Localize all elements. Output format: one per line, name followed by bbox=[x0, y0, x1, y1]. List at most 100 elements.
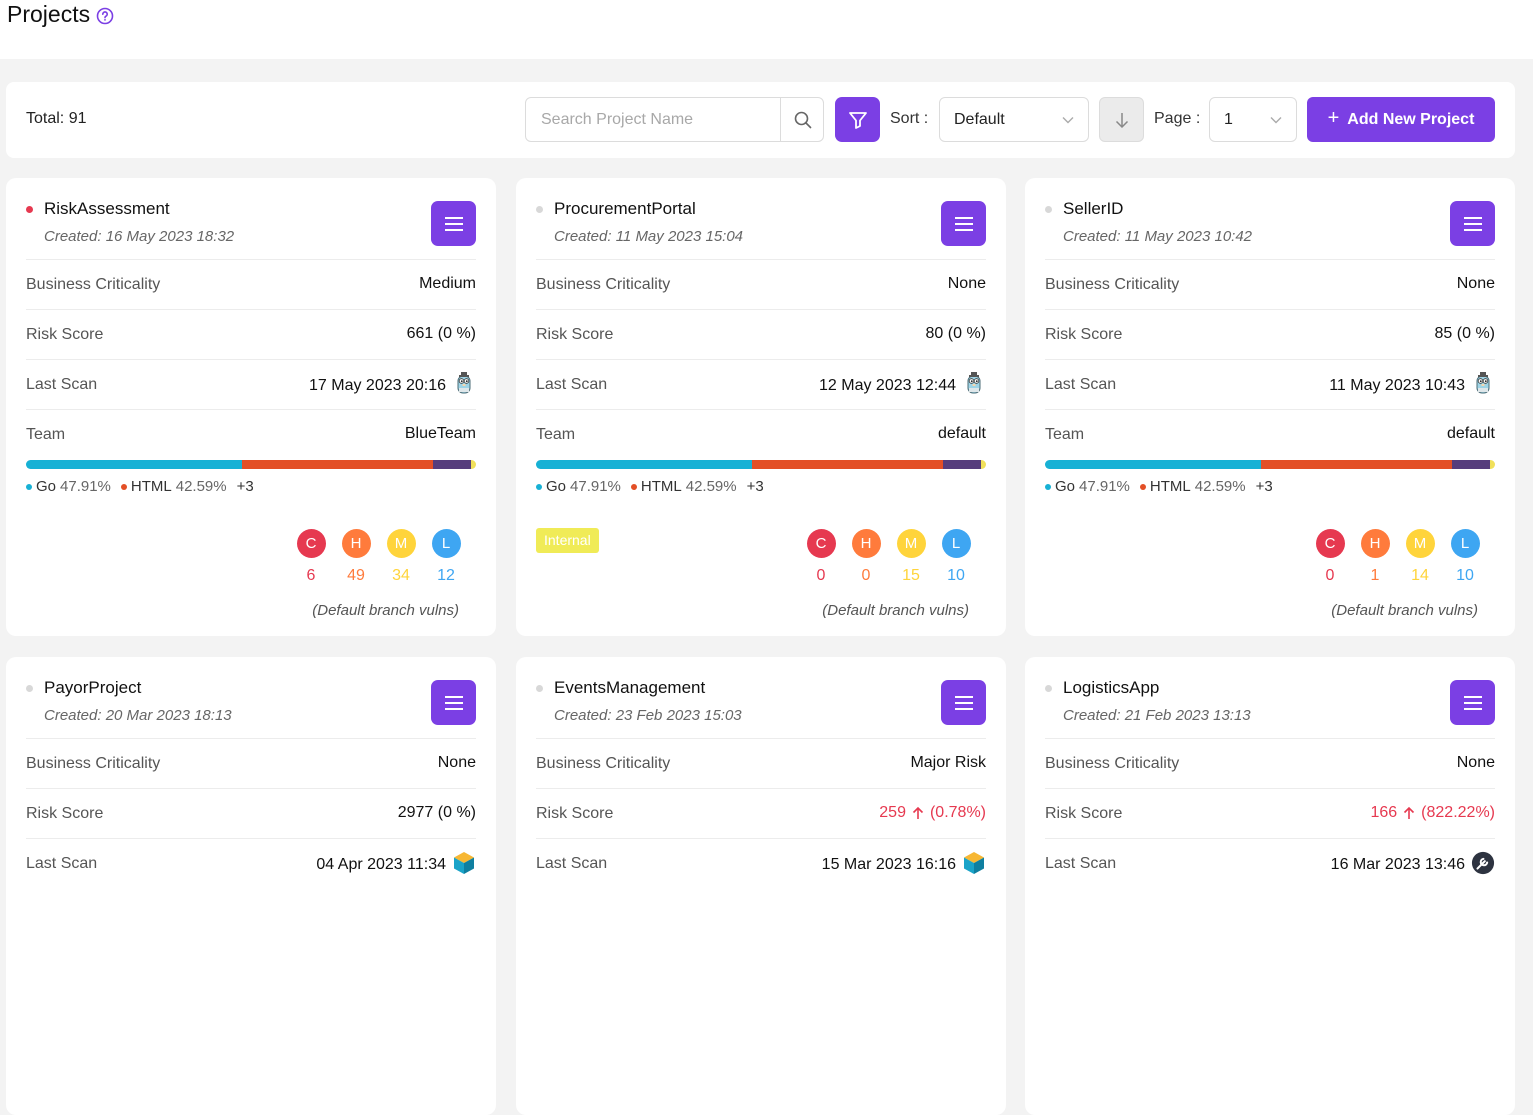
project-name[interactable]: SellerID bbox=[1063, 199, 1123, 219]
vuln-c[interactable]: C0 bbox=[1315, 529, 1345, 585]
severity-badge: H bbox=[851, 529, 881, 558]
risk-change: (822.22%) bbox=[1421, 804, 1495, 821]
severity-count: 0 bbox=[816, 567, 826, 584]
last-scan-value: 11 May 2023 10:43 bbox=[1329, 372, 1495, 397]
project-card[interactable]: ProcurementPortal Created: 11 May 2023 15… bbox=[516, 178, 1006, 636]
add-new-project-button[interactable]: + Add New Project bbox=[1307, 97, 1495, 142]
vuln-l[interactable]: L 10 bbox=[941, 529, 971, 585]
page-header: Projects bbox=[0, 0, 1533, 59]
last-scan-label: Last Scan bbox=[26, 376, 98, 393]
filter-button[interactable] bbox=[835, 97, 880, 142]
project-name[interactable]: EventsManagement bbox=[554, 678, 705, 698]
vuln-h[interactable]: H0 bbox=[851, 529, 881, 585]
severity-count: 10 bbox=[1456, 567, 1474, 584]
vuln-c[interactable]: C0 bbox=[806, 529, 836, 585]
wrench-badge-icon bbox=[1471, 851, 1495, 875]
page-select[interactable]: 1 bbox=[1209, 97, 1297, 142]
arrow-down-icon bbox=[1115, 112, 1128, 128]
risk-score-value: 85 (0 %) bbox=[1434, 325, 1495, 342]
language-bar-other-2 bbox=[981, 460, 986, 469]
language-bar-other-1 bbox=[943, 460, 982, 469]
severity-badge: L bbox=[1450, 529, 1480, 558]
business-criticality-row: Business Criticality None bbox=[1045, 259, 1495, 309]
language-bar-other-2 bbox=[1490, 460, 1495, 469]
risk-score-row: Risk Score 166 (822.22%) bbox=[1045, 788, 1495, 838]
sort-select-value: Default bbox=[954, 111, 1005, 128]
legend-more[interactable]: +3 bbox=[237, 478, 254, 495]
legend-more[interactable]: +3 bbox=[1256, 478, 1273, 495]
add-new-project-label: Add New Project bbox=[1347, 110, 1475, 128]
last-scan-value: 12 May 2023 12:44 bbox=[819, 372, 986, 397]
legend-html-bullet bbox=[120, 483, 127, 490]
search-button[interactable] bbox=[780, 98, 824, 141]
project-menu-button[interactable] bbox=[941, 201, 986, 246]
vuln-m[interactable]: M 14 bbox=[1405, 529, 1435, 585]
project-menu-button[interactable] bbox=[431, 680, 476, 725]
question-circle-icon[interactable] bbox=[96, 7, 114, 25]
severity-badge: C bbox=[806, 529, 836, 558]
severity-count: 6 bbox=[306, 567, 316, 584]
status-dot bbox=[536, 206, 543, 213]
project-card[interactable]: EventsManagement Created: 23 Feb 2023 15:… bbox=[516, 657, 1006, 1115]
severity-count: 12 bbox=[437, 567, 455, 584]
project-name[interactable]: ProcurementPortal bbox=[554, 199, 696, 219]
project-created: Created: 11 May 2023 10:42 bbox=[1063, 228, 1253, 245]
business-criticality-label: Business Criticality bbox=[26, 276, 161, 293]
risk-score-label: Risk Score bbox=[536, 326, 614, 343]
menu-lines-icon bbox=[444, 695, 463, 710]
risk-score-row: Risk Score 80 (0 %) bbox=[536, 309, 986, 359]
chevron-down-icon bbox=[1270, 117, 1282, 124]
legend-html: HTML 42.59% bbox=[120, 478, 227, 495]
project-card[interactable]: RiskAssessment Created: 16 May 2023 18:32… bbox=[6, 178, 496, 636]
business-criticality-value: None bbox=[1456, 754, 1495, 771]
risk-score-label: Risk Score bbox=[26, 326, 104, 343]
gopher-icon bbox=[967, 372, 981, 394]
status-dot bbox=[536, 685, 543, 692]
project-name[interactable]: RiskAssessment bbox=[44, 199, 170, 219]
project-name[interactable]: LogisticsApp bbox=[1063, 678, 1159, 698]
language-bar-html bbox=[751, 460, 944, 469]
sort-select[interactable]: Default bbox=[939, 97, 1089, 142]
cube-icon bbox=[454, 852, 474, 874]
vuln-h[interactable]: H 49 bbox=[341, 529, 371, 585]
project-menu-button[interactable] bbox=[941, 680, 986, 725]
vuln-m[interactable]: M 15 bbox=[896, 529, 926, 585]
business-criticality-label: Business Criticality bbox=[536, 276, 671, 293]
severity-badge: M bbox=[386, 529, 416, 558]
project-created: Created: 23 Feb 2023 15:03 bbox=[554, 707, 742, 724]
vuln-l[interactable]: L 12 bbox=[431, 529, 461, 585]
last-scan-label: Last Scan bbox=[1045, 376, 1117, 393]
severity-count: 34 bbox=[392, 567, 410, 584]
project-card[interactable]: SellerID Created: 11 May 2023 10:42 Busine… bbox=[1025, 178, 1515, 636]
vuln-note: (Default branch vulns) bbox=[1331, 602, 1478, 619]
language-bar-go bbox=[26, 460, 242, 469]
language-legend: Go 47.91% HTML 42.59% +3 bbox=[26, 478, 254, 495]
vuln-l[interactable]: L 10 bbox=[1450, 529, 1480, 585]
sort-direction-button[interactable] bbox=[1099, 97, 1144, 142]
legend-more[interactable]: +3 bbox=[747, 478, 764, 495]
vulnerability-summary: C 6 H 49 M 34 L 12 (Default branch vulns) bbox=[296, 529, 476, 629]
total-count: Total: 91 bbox=[26, 110, 87, 127]
language-bar bbox=[26, 460, 476, 469]
risk-score-value: 2977 (0 %) bbox=[397, 804, 476, 821]
project-created: Created: 21 Feb 2023 13:13 bbox=[1063, 707, 1251, 724]
severity-badge: C bbox=[296, 529, 326, 558]
project-card[interactable]: LogisticsApp Created: 21 Feb 2023 13:13 Bu… bbox=[1025, 657, 1515, 1115]
project-card[interactable]: PayorProject Created: 20 Mar 2023 18:13 Bu… bbox=[6, 657, 496, 1115]
vuln-h[interactable]: H1 bbox=[1360, 529, 1390, 585]
legend-html-bullet bbox=[630, 483, 637, 490]
project-menu-button[interactable] bbox=[1450, 201, 1495, 246]
severity-badge: M bbox=[1405, 529, 1435, 558]
language-bar-html bbox=[241, 460, 434, 469]
severity-count: 15 bbox=[902, 567, 920, 584]
risk-score-row: Risk Score 661 (0 %) bbox=[26, 309, 476, 359]
business-criticality-row: Business Criticality None bbox=[1045, 738, 1495, 788]
project-menu-button[interactable] bbox=[431, 201, 476, 246]
vuln-m[interactable]: M 34 bbox=[386, 529, 416, 585]
search-input[interactable] bbox=[526, 98, 780, 141]
status-dot bbox=[1045, 685, 1052, 692]
gopher-icon bbox=[457, 372, 471, 394]
vuln-c[interactable]: C6 bbox=[296, 529, 326, 585]
project-menu-button[interactable] bbox=[1450, 680, 1495, 725]
project-name[interactable]: PayorProject bbox=[44, 678, 141, 698]
